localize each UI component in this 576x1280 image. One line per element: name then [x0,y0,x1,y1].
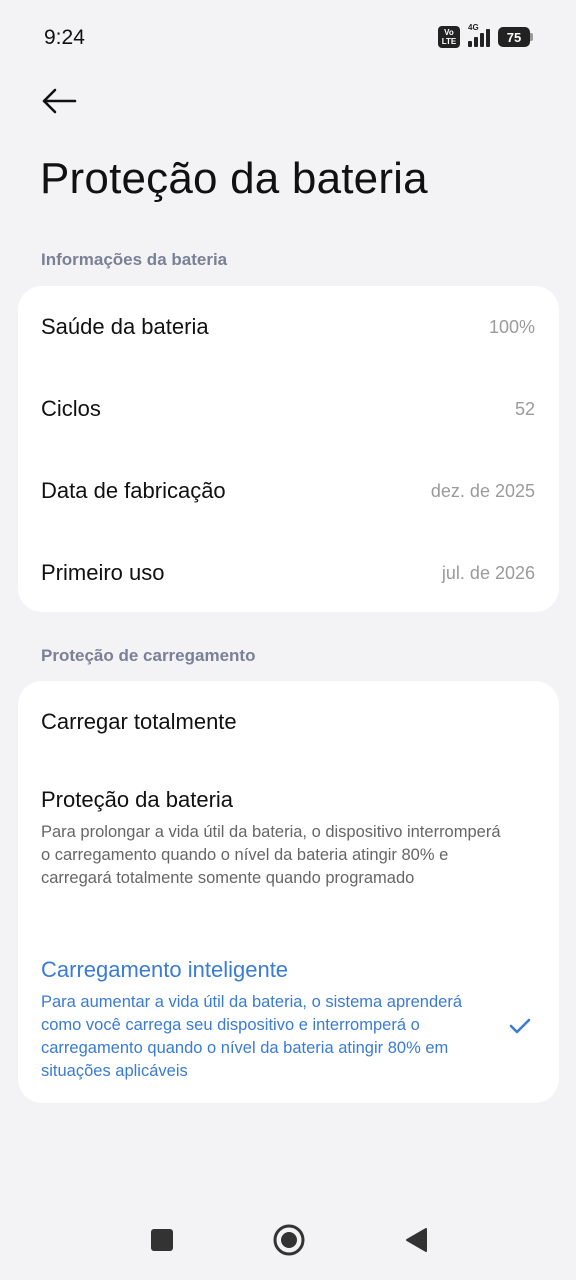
signal-icon: 4G [468,23,490,47]
circle-icon [273,1224,305,1256]
charging-protection-card: Carregar totalmente Proteção da bateria … [18,681,559,1103]
square-icon [151,1229,173,1251]
row-value: 100% [488,316,535,337]
arrow-left-icon [42,88,77,114]
volte-label-top: Vo [444,28,454,37]
back-button[interactable] [38,84,80,118]
row-value: dez. de 2025 [430,480,535,501]
section-header-battery-info: Informações da bateria [41,250,228,269]
option-smart-charging[interactable]: Carregamento inteligente Para aumentar a… [18,957,559,1083]
row-manufacture-date[interactable]: Data de fabricação dez. de 2025 [18,450,559,532]
option-title: Carregamento inteligente [41,957,289,982]
volte-label-bottom: LTE [441,37,457,46]
page-title: Proteção da bateria [40,154,428,203]
recents-button[interactable] [148,1226,176,1254]
row-value: jul. de 2026 [441,562,535,583]
status-bar: 9:24 Vo LTE 4G 75 [0,0,576,72]
volte-icon: Vo LTE [438,26,460,48]
row-cycles[interactable]: Ciclos 52 [18,368,559,450]
battery-icon: 75 [498,27,534,47]
network-type-label: 4G [468,23,479,32]
row-label: Primeiro uso [41,560,165,585]
row-battery-health[interactable]: Saúde da bateria 100% [18,286,559,368]
option-description: Para prolongar a vida útil da bateria, o… [41,823,501,887]
status-icons: Vo LTE 4G 75 [438,23,534,48]
navigation-bar [0,1200,576,1280]
triangle-icon [406,1228,427,1252]
back-nav-button[interactable] [402,1226,430,1254]
row-label: Ciclos [41,396,101,421]
check-icon [509,1018,531,1034]
battery-level: 75 [498,27,530,47]
battery-info-card: Saúde da bateria 100% Ciclos 52 Data de … [18,286,559,612]
section-header-charging-protection: Proteção de carregamento [41,646,256,665]
option-battery-protection[interactable]: Proteção da bateria Para prolongar a vid… [18,787,559,890]
option-title: Carregar totalmente [41,709,237,734]
option-full-charge[interactable]: Carregar totalmente [18,709,559,735]
option-title: Proteção da bateria [41,787,234,812]
row-first-use[interactable]: Primeiro uso jul. de 2026 [18,532,559,614]
status-time: 9:24 [44,26,85,49]
row-value: 52 [514,398,535,419]
row-label: Data de fabricação [41,478,226,503]
option-description: Para aumentar a vida útil da bateria, o … [41,993,462,1080]
row-label: Saúde da bateria [41,314,209,339]
home-button[interactable] [271,1222,307,1258]
